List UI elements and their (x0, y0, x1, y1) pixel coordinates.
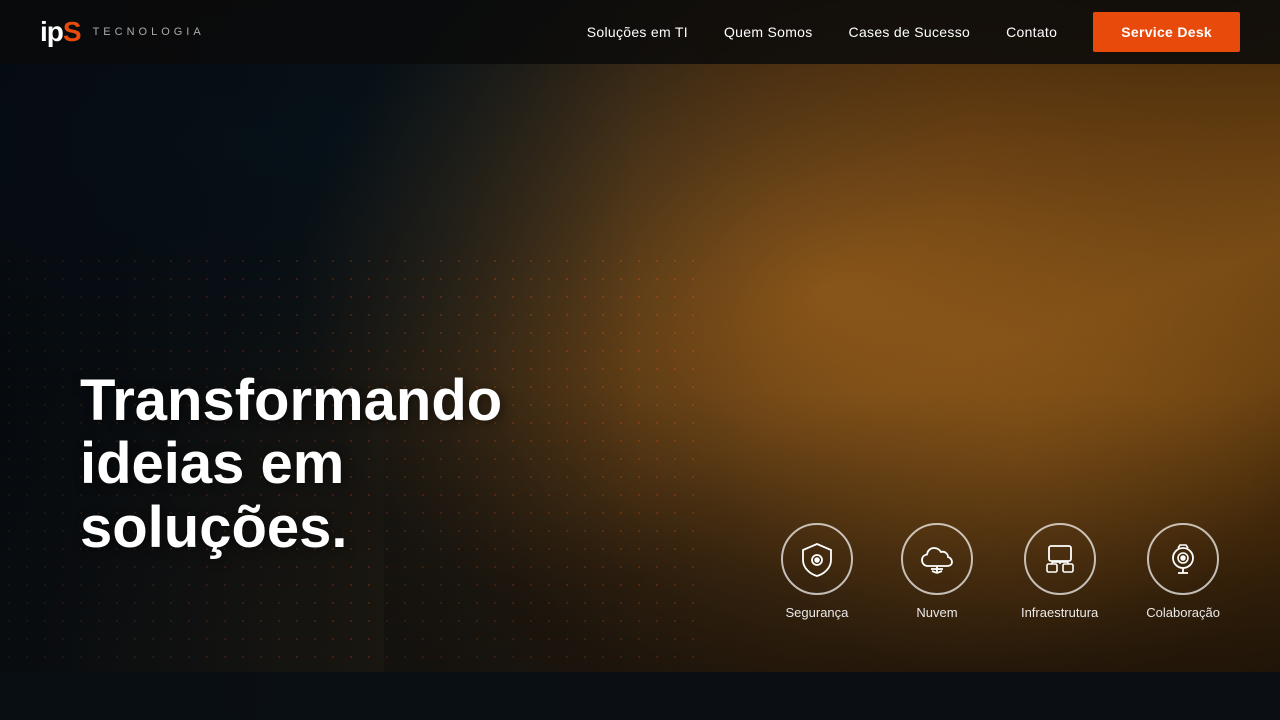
nav-cases[interactable]: Cases de Sucesso (849, 24, 971, 40)
service-desk-button[interactable]: Service Desk (1093, 12, 1240, 52)
logo-orange: S (63, 16, 81, 47)
infra-icon (1041, 540, 1079, 578)
hero-title: Transformando ideias em soluções. (80, 369, 600, 560)
logo-text: ipS (40, 18, 81, 46)
infra-label: Infraestrutura (1021, 605, 1098, 620)
nav-quem[interactable]: Quem Somos (724, 24, 813, 40)
services-icons: Segurança Nuvem (781, 523, 1220, 620)
collab-label: Colaboração (1146, 605, 1220, 620)
service-seguranca[interactable]: Segurança (781, 523, 853, 620)
service-nuvem[interactable]: Nuvem (901, 523, 973, 620)
nuvem-label: Nuvem (916, 605, 957, 620)
nav-solucoes[interactable]: Soluções em TI (587, 24, 688, 40)
hero-section: ipS TECNOLOGIA Soluções em TI Quem Somos… (0, 0, 1280, 720)
seguranca-icon (798, 540, 836, 578)
navbar: ipS TECNOLOGIA Soluções em TI Quem Somos… (0, 0, 1280, 64)
collab-icon-circle (1147, 523, 1219, 595)
nuvem-icon (918, 540, 956, 578)
logo-tagline: TECNOLOGIA (93, 26, 205, 38)
logo: ipS TECNOLOGIA (40, 18, 205, 46)
nav-links: Soluções em TI Quem Somos Cases de Suces… (587, 12, 1240, 52)
hero-content: Transformando ideias em soluções. (80, 369, 600, 560)
service-infraestrutura[interactable]: Infraestrutura (1021, 523, 1098, 620)
seguranca-label: Segurança (786, 605, 849, 620)
seguranca-icon-circle (781, 523, 853, 595)
infra-icon-circle (1024, 523, 1096, 595)
bottom-bar (0, 672, 1280, 720)
hero-title-line1: Transformando (80, 368, 502, 433)
nuvem-icon-circle (901, 523, 973, 595)
collab-icon (1164, 540, 1202, 578)
hero-title-line2: ideias em soluções. (80, 431, 348, 560)
nav-contato[interactable]: Contato (1006, 24, 1057, 40)
service-colaboracao[interactable]: Colaboração (1146, 523, 1220, 620)
